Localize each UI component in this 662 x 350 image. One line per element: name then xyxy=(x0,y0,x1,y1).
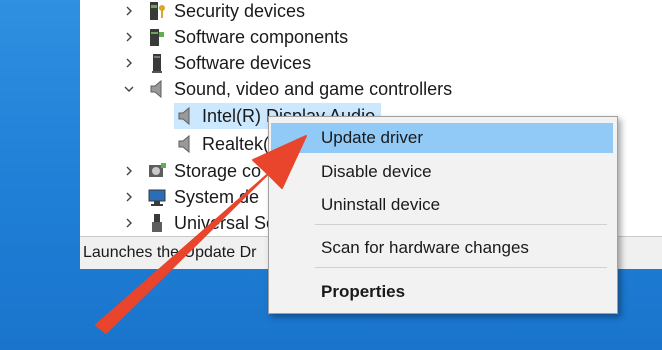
chevron-right-icon[interactable] xyxy=(124,58,134,68)
speaker-icon xyxy=(174,133,196,155)
context-menu: Update driver Disable device Uninstall d… xyxy=(268,116,618,314)
usb-icon xyxy=(146,212,168,234)
storage-icon xyxy=(146,160,168,182)
speaker-icon xyxy=(174,105,196,127)
tree-item-security-devices[interactable]: Security devices xyxy=(146,0,305,24)
chevron-right-icon[interactable] xyxy=(124,32,134,42)
menu-item-label: Properties xyxy=(321,282,406,301)
tree-item-label: Security devices xyxy=(174,0,306,21)
menu-item-properties[interactable]: Properties xyxy=(271,277,613,307)
device-tower-icon xyxy=(146,52,168,74)
puzzle-chip-icon xyxy=(146,26,168,48)
menu-item-scan-hardware-changes[interactable]: Scan for hardware changes xyxy=(271,233,613,263)
tree-item-label: Storage co xyxy=(174,160,262,181)
tree-item-label: System de xyxy=(174,186,260,207)
menu-item-label: Scan for hardware changes xyxy=(321,238,529,257)
chevron-right-icon[interactable] xyxy=(124,6,134,16)
speaker-icon xyxy=(146,78,168,100)
menu-separator xyxy=(315,224,607,225)
tree-item-label: Sound, video and game controllers xyxy=(174,78,453,99)
tree-item-label: Realtek( xyxy=(202,133,270,154)
tree-item-software-devices[interactable]: Software devices xyxy=(146,50,311,76)
status-text: Launches the Update Dr xyxy=(83,244,257,261)
menu-item-update-driver[interactable]: Update driver xyxy=(271,123,613,153)
tree-item-system-devices[interactable]: System de xyxy=(146,184,259,210)
tree-item-label: Universal Se xyxy=(174,212,277,233)
chevron-right-icon[interactable] xyxy=(124,166,134,176)
tree-item-label: Software devices xyxy=(174,52,312,73)
tree-item-storage-controllers[interactable]: Storage co xyxy=(146,158,261,184)
system-monitor-icon xyxy=(146,186,168,208)
tree-item-universal-serial-bus[interactable]: Universal Se xyxy=(146,210,276,236)
chevron-right-icon[interactable] xyxy=(124,218,134,228)
menu-separator xyxy=(315,267,607,268)
menu-item-label: Uninstall device xyxy=(321,195,441,214)
tree-item-realtek[interactable]: Realtek( xyxy=(174,131,269,157)
menu-item-uninstall-device[interactable]: Uninstall device xyxy=(271,190,613,220)
tree-item-sound-video-game[interactable]: Sound, video and game controllers xyxy=(146,76,452,102)
chevron-down-icon[interactable] xyxy=(124,84,134,94)
menu-item-label: Disable device xyxy=(321,162,432,181)
chevron-right-icon[interactable] xyxy=(124,192,134,202)
tree-item-label: Software components xyxy=(174,26,349,47)
menu-item-label: Update driver xyxy=(321,128,424,147)
tree-item-software-components[interactable]: Software components xyxy=(146,24,348,50)
key-chip-icon xyxy=(146,0,168,22)
menu-item-disable-device[interactable]: Disable device xyxy=(271,157,613,187)
